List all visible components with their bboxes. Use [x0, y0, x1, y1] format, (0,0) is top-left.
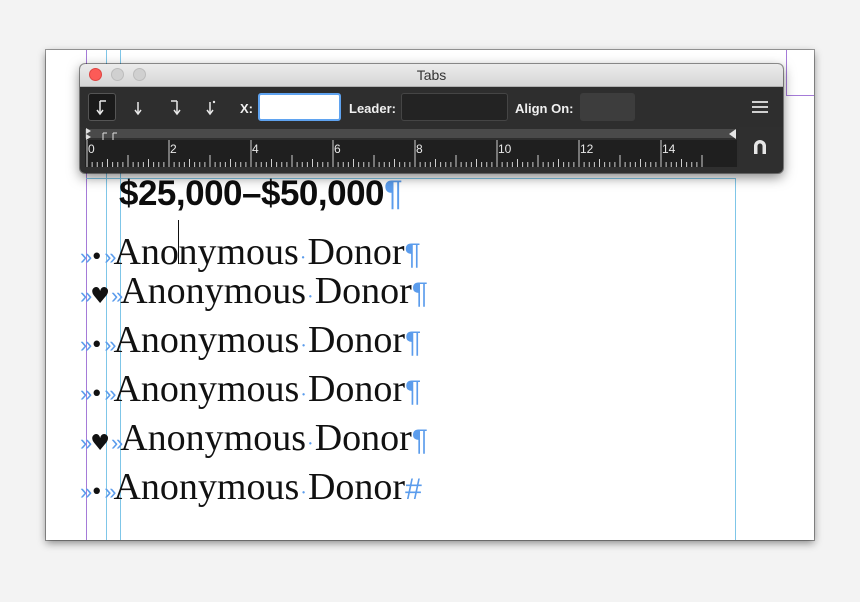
panel-title: Tabs: [416, 67, 447, 83]
panel-titlebar[interactable]: Tabs: [80, 64, 783, 87]
ruler-number: 0: [88, 142, 95, 156]
bullet-glyph: •: [90, 382, 104, 407]
donor-line-4[interactable]: » • » Anonymous · Donor ¶: [80, 367, 421, 413]
right-indent-marker[interactable]: [729, 129, 736, 139]
center-justified-tab-button[interactable]: [124, 93, 152, 121]
ruler-number: 8: [416, 142, 423, 156]
left-justified-tab-icon: [96, 100, 106, 116]
leader-label: Leader:: [349, 101, 396, 116]
pilcrow-mark: ¶: [404, 238, 421, 271]
align-to-decimal-tab-icon: [206, 100, 216, 116]
space-marker: ·: [307, 433, 314, 455]
space-marker: ·: [299, 247, 307, 269]
tab-marker: »: [104, 479, 116, 504]
align-on-input[interactable]: [580, 93, 635, 121]
align-on-label: Align On:: [515, 101, 574, 116]
leader-input[interactable]: [401, 93, 508, 121]
donor-text-part: Ano: [113, 231, 179, 273]
ruler-number: 6: [334, 142, 341, 156]
ruler-number: 2: [170, 142, 177, 156]
donor-text-part: nymous: [178, 231, 299, 273]
tab-marker: »: [80, 332, 92, 357]
tab-marker: »: [80, 381, 92, 406]
donor-line-2[interactable]: » ♥ » Anonymous · Donor ¶: [80, 269, 428, 315]
center-justified-tab-icon: [134, 102, 142, 116]
donor-line-1[interactable]: » • » Ano nymous · Donor ¶: [80, 220, 421, 273]
right-margin-guide: [786, 50, 787, 96]
tabs-toolbar: X: Leader: Align On:: [80, 87, 783, 127]
heading-text: $25,000–$50,000: [119, 174, 385, 213]
tab-marker: »: [104, 244, 116, 269]
ruler-number: 12: [580, 142, 594, 156]
donor-text-part: Donor: [307, 368, 406, 410]
donor-text-part: Donor: [307, 231, 405, 273]
tab-marker: »: [110, 283, 123, 308]
space-marker: ·: [300, 384, 307, 406]
tab-marker: »: [80, 430, 92, 455]
ruler-scale[interactable]: 0 2 4 6 8 10 12 14: [85, 140, 737, 167]
space-marker: ·: [300, 482, 307, 504]
decimal-tab-button[interactable]: [196, 93, 224, 121]
donor-text-part: Donor: [307, 319, 406, 361]
tab-marker: »: [80, 283, 92, 308]
bullet-glyph: •: [90, 245, 104, 270]
pilcrow-mark: ¶: [405, 375, 422, 408]
donor-text-part: Anonymous: [113, 319, 300, 361]
donor-text-part: Anonymous: [120, 417, 307, 459]
donor-text-part: Anonymous: [113, 466, 300, 508]
left-justified-tab-button[interactable]: [88, 93, 116, 121]
text-frame-right-edge: [735, 178, 736, 540]
donor-line-5[interactable]: » ♥ » Anonymous · Donor ¶: [80, 416, 428, 462]
tab-stop-track[interactable]: [85, 129, 735, 138]
heading-line[interactable]: $25,000–$50,000¶: [119, 174, 403, 214]
tab-marker: »: [104, 381, 116, 406]
ruler-number: 10: [498, 142, 512, 156]
magnet-icon[interactable]: [750, 137, 770, 157]
heart-icon: ♥: [90, 431, 110, 456]
space-marker: ·: [307, 286, 314, 308]
ruler-number: 14: [662, 142, 676, 156]
donor-line-3[interactable]: » • » Anonymous · Donor ¶: [80, 318, 421, 364]
tab-ruler[interactable]: 0 2 4 6 8 10 12 14: [85, 127, 739, 167]
pilcrow-mark: ¶: [411, 424, 428, 457]
indent-markers[interactable]: [85, 127, 145, 140]
heart-icon: ♥: [90, 284, 110, 309]
tab-marker: »: [80, 479, 92, 504]
donor-text-part: Anonymous: [113, 368, 300, 410]
ruler-number: 4: [252, 142, 259, 156]
pilcrow-mark: ¶: [384, 174, 403, 213]
end-of-story-marker: #: [405, 473, 422, 506]
pilcrow-mark: ¶: [411, 277, 428, 310]
pilcrow-mark: ¶: [405, 326, 422, 359]
x-position-input[interactable]: [258, 93, 341, 121]
donor-text-part: Donor: [314, 417, 412, 459]
bullet-glyph: •: [90, 480, 104, 505]
tab-marker: »: [104, 332, 116, 357]
tab-marker: »: [80, 244, 92, 269]
tabs-panel: Tabs X: Leader: Align On: 0 2 4 6 8 10 1…: [80, 64, 783, 173]
space-marker: ·: [300, 335, 307, 357]
x-label: X:: [240, 101, 253, 116]
right-justified-tab-icon: [171, 100, 181, 116]
bullet-glyph: •: [90, 333, 104, 358]
ruler-ticks: [86, 140, 703, 167]
right-justified-tab-button[interactable]: [160, 93, 188, 121]
donor-text-part: Anonymous: [120, 270, 307, 312]
donor-text-part: Donor: [314, 270, 412, 312]
donor-line-6[interactable]: » • » Anonymous · Donor #: [80, 465, 422, 511]
panel-menu-icon[interactable]: [752, 101, 768, 113]
donor-text-part: Donor: [307, 466, 406, 508]
tab-marker: »: [110, 430, 123, 455]
top-margin-guide: [786, 95, 814, 96]
